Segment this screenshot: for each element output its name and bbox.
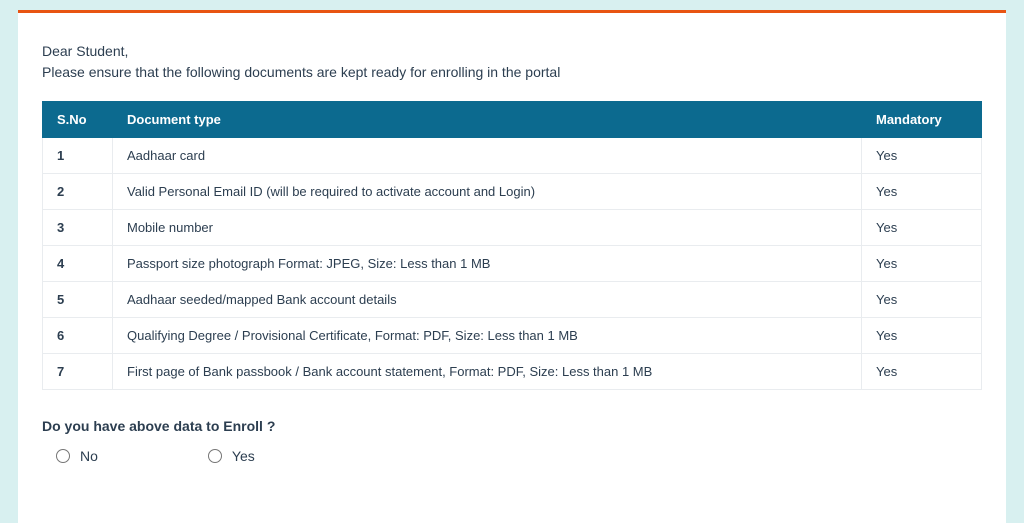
table-row: 2 Valid Personal Email ID (will be requi… — [43, 174, 982, 210]
table-row: 3 Mobile number Yes — [43, 210, 982, 246]
instruction-card: Dear Student, Please ensure that the fol… — [18, 10, 1006, 523]
cell-doctype: Aadhaar card — [113, 138, 862, 174]
header-sno: S.No — [43, 102, 113, 138]
salutation: Dear Student, — [42, 43, 128, 59]
cell-mandatory: Yes — [862, 138, 982, 174]
radio-no-input[interactable] — [56, 449, 70, 463]
cell-doctype: Passport size photograph Format: JPEG, S… — [113, 246, 862, 282]
cell-sno: 7 — [43, 354, 113, 390]
enroll-radio-group: No Yes — [42, 448, 982, 464]
cell-sno: 5 — [43, 282, 113, 318]
documents-table: S.No Document type Mandatory 1 Aadhaar c… — [42, 101, 982, 390]
table-row: 5 Aadhaar seeded/mapped Bank account det… — [43, 282, 982, 318]
cell-doctype: First page of Bank passbook / Bank accou… — [113, 354, 862, 390]
instruction-line: Please ensure that the following documen… — [42, 64, 560, 80]
cell-sno: 3 — [43, 210, 113, 246]
table-row: 4 Passport size photograph Format: JPEG,… — [43, 246, 982, 282]
table-row: 6 Qualifying Degree / Provisional Certif… — [43, 318, 982, 354]
table-row: 7 First page of Bank passbook / Bank acc… — [43, 354, 982, 390]
radio-yes-input[interactable] — [208, 449, 222, 463]
cell-mandatory: Yes — [862, 282, 982, 318]
cell-doctype: Mobile number — [113, 210, 862, 246]
cell-doctype: Valid Personal Email ID (will be require… — [113, 174, 862, 210]
cell-doctype: Qualifying Degree / Provisional Certific… — [113, 318, 862, 354]
header-doctype: Document type — [113, 102, 862, 138]
cell-mandatory: Yes — [862, 210, 982, 246]
enroll-question: Do you have above data to Enroll ? — [42, 418, 982, 434]
cell-sno: 1 — [43, 138, 113, 174]
cell-sno: 2 — [43, 174, 113, 210]
cell-mandatory: Yes — [862, 174, 982, 210]
cell-sno: 6 — [43, 318, 113, 354]
header-mandatory: Mandatory — [862, 102, 982, 138]
radio-yes-label: Yes — [232, 448, 255, 464]
radio-option-no[interactable]: No — [56, 448, 98, 464]
radio-option-yes[interactable]: Yes — [208, 448, 255, 464]
cell-sno: 4 — [43, 246, 113, 282]
table-row: 1 Aadhaar card Yes — [43, 138, 982, 174]
cell-mandatory: Yes — [862, 318, 982, 354]
radio-no-label: No — [80, 448, 98, 464]
cell-mandatory: Yes — [862, 246, 982, 282]
intro-text: Dear Student, Please ensure that the fol… — [42, 41, 982, 83]
cell-doctype: Aadhaar seeded/mapped Bank account detai… — [113, 282, 862, 318]
cell-mandatory: Yes — [862, 354, 982, 390]
